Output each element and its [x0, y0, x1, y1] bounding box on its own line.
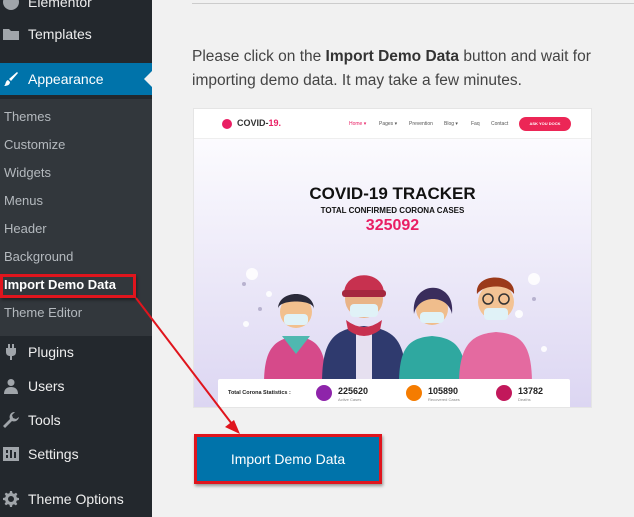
- menu-label: Templates: [28, 26, 92, 42]
- menu-plugins[interactable]: Plugins: [0, 336, 152, 368]
- menu-appearance[interactable]: Appearance: [0, 63, 152, 95]
- virus-active-icon: [316, 385, 332, 401]
- preview-stats-bar: Total Corona Statistics : 225620 Active …: [218, 379, 570, 407]
- menu-templates[interactable]: Templates: [0, 18, 152, 50]
- menu-label: Plugins: [28, 344, 74, 360]
- user-icon: [3, 378, 19, 394]
- active-indicator: [144, 71, 152, 87]
- submenu-menus[interactable]: Menus: [4, 191, 43, 211]
- menu-label: Tools: [28, 412, 61, 428]
- virus-recovered-icon: [406, 385, 422, 401]
- preview-logo: COVID-19.: [237, 118, 281, 128]
- elementor-icon: [3, 0, 19, 10]
- preview-nav-link: Faq: [471, 121, 480, 127]
- instruction-bold: Import Demo Data: [325, 48, 460, 65]
- menu-label: Elementor: [28, 0, 92, 10]
- menu-label: Users: [28, 378, 65, 394]
- preview-subtitle: TOTAL CONFIRMED CORONA CASES: [320, 206, 465, 215]
- folder-icon: [3, 26, 19, 42]
- menu-tools[interactable]: Tools: [0, 404, 152, 436]
- section-divider: [192, 3, 634, 4]
- menu-label: Appearance: [28, 71, 104, 87]
- preview-cta-button: ASK YOU DOCK: [519, 117, 571, 131]
- preview-stats-label: Total Corona Statistics :: [228, 390, 291, 396]
- submenu-theme-editor[interactable]: Theme Editor: [4, 303, 82, 323]
- demo-preview-image: COVID-19. Home ▾ Pages ▾ Prevention Blog…: [193, 108, 592, 408]
- import-demo-data-button[interactable]: Import Demo Data: [194, 434, 382, 484]
- preview-logo-accent: 19.: [268, 118, 282, 128]
- virus-logo-icon: [222, 119, 232, 129]
- preview-title: COVID-19 TRACKER: [309, 184, 476, 203]
- menu-settings[interactable]: Settings: [0, 438, 152, 470]
- submenu-widgets[interactable]: Widgets: [4, 163, 51, 183]
- preview-logo-text: COVID-: [237, 118, 269, 128]
- menu-elementor[interactable]: Elementor: [0, 0, 152, 18]
- paintbrush-icon: [3, 71, 19, 87]
- gear-icon: [3, 491, 19, 507]
- preview-case-count: 325092: [365, 217, 420, 234]
- virus-deaths-icon: [496, 385, 512, 401]
- preview-navbar: COVID-19. Home ▾ Pages ▾ Prevention Blog…: [194, 109, 591, 139]
- appearance-submenu: Themes Customize Widgets Menus Header Ba…: [0, 99, 152, 336]
- submenu-themes[interactable]: Themes: [4, 107, 51, 127]
- stat-value: 105890: [428, 386, 459, 396]
- people-with-masks-illustration: [242, 268, 547, 384]
- submenu-background[interactable]: Background: [4, 247, 73, 267]
- stat-value: 225620: [338, 386, 369, 396]
- preview-nav-link: Blog ▾: [444, 121, 458, 127]
- preview-nav-link: Prevention: [409, 121, 433, 127]
- submenu-customize[interactable]: Customize: [4, 135, 65, 155]
- preview-nav-link: Pages ▾: [379, 121, 398, 127]
- stat-label: Recovered Cases: [428, 397, 460, 402]
- stat-label: Deaths: [518, 397, 531, 402]
- menu-label: Theme Options: [28, 491, 124, 507]
- preview-nav-link: Contact: [491, 121, 509, 127]
- wrench-icon: [3, 412, 19, 428]
- settings-icon: [3, 446, 19, 462]
- menu-users[interactable]: Users: [0, 370, 152, 402]
- menu-label: Settings: [28, 446, 79, 462]
- plug-icon: [3, 344, 19, 360]
- instruction-pre: Please click on the: [192, 48, 326, 65]
- instruction-text: Please click on the Import Demo Data but…: [192, 45, 632, 93]
- admin-sidebar: Elementor Templates Appearance Themes Cu…: [0, 0, 152, 517]
- stat-value: 13782: [518, 386, 544, 396]
- preview-nav-link: Home ▾: [349, 121, 367, 127]
- annotation-highlight-box: [0, 274, 136, 298]
- menu-theme-options[interactable]: Theme Options: [0, 483, 152, 515]
- stat-label: Active Cases: [338, 397, 362, 402]
- submenu-header[interactable]: Header: [4, 219, 47, 239]
